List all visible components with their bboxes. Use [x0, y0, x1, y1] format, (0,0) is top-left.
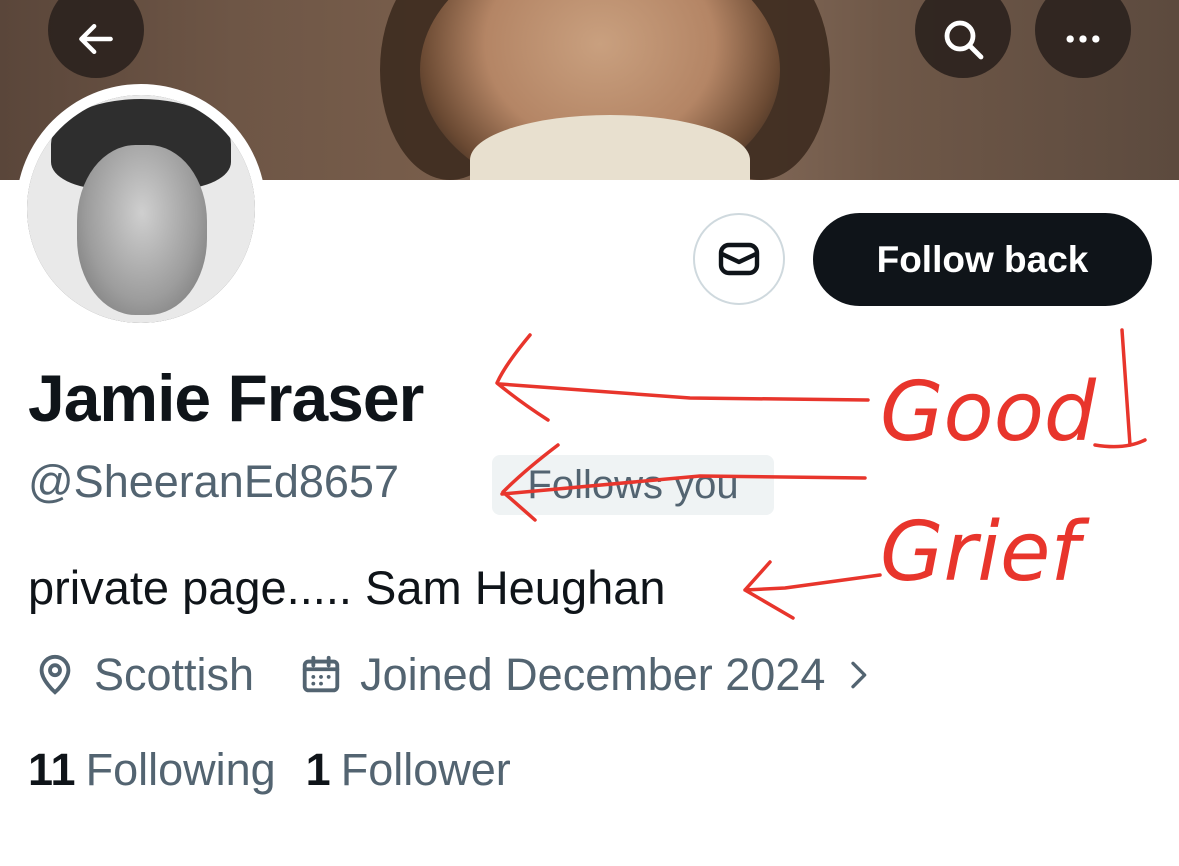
location-item: Scottish	[32, 649, 254, 701]
joined-text: Joined December 2024	[360, 649, 826, 700]
followers-link[interactable]: 1 Follower	[306, 744, 511, 796]
avatar-photo	[27, 95, 255, 323]
avatar-face	[77, 145, 207, 315]
search-icon	[944, 20, 984, 60]
following-link[interactable]: 11 Following	[28, 744, 276, 796]
more-horizontal-icon	[1066, 35, 1100, 43]
follow-stats: 11 Following 1 Follower	[28, 740, 511, 800]
following-label: Following	[85, 744, 276, 795]
annotation-word-grief: Grief	[880, 505, 1090, 600]
follows-you-badge: Follows you	[492, 455, 774, 515]
arrow-to-bio	[743, 560, 882, 620]
joined-item[interactable]: Joined December 2024	[298, 649, 889, 701]
arrow-left-icon	[79, 23, 113, 55]
follow-back-button[interactable]: Follow back	[813, 213, 1152, 306]
calendar-icon	[302, 655, 340, 693]
location-text: Scottish	[94, 649, 255, 700]
chevron-right-icon	[851, 661, 867, 689]
profile-meta: Scottish Joined December 2024	[32, 645, 889, 705]
annotation-good-vertical	[1120, 328, 1132, 447]
followers-count: 1	[305, 744, 331, 795]
followers-label: Follower	[340, 744, 511, 795]
envelope-icon	[718, 242, 760, 276]
bio-text: private page..... Sam Heughan	[28, 561, 666, 614]
avatar[interactable]	[16, 84, 266, 334]
message-button[interactable]	[693, 213, 785, 305]
username-handle: @SheeranEd8657	[28, 456, 399, 507]
location-pin-icon	[39, 654, 71, 695]
display-name: Jamie Fraser	[28, 361, 424, 435]
arrow-to-name	[495, 333, 870, 422]
annotation-good-underline	[1093, 438, 1147, 449]
following-count: 11	[28, 744, 76, 795]
annotation-word-good: Good	[880, 365, 1097, 460]
